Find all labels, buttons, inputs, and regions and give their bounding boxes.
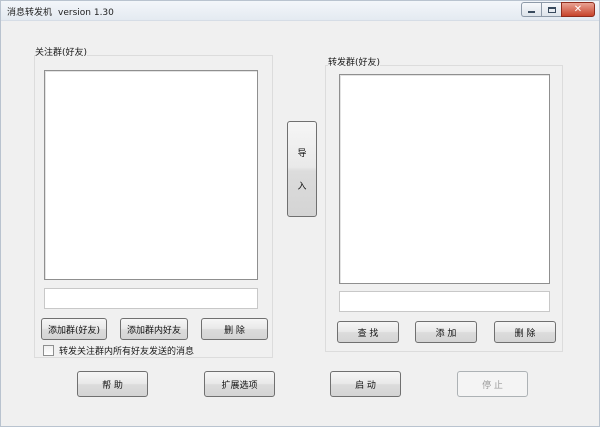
forward-all-checkbox-row[interactable]: 转发关注群内所有好友发送的消息 [43,344,194,357]
title-bar[interactable]: 消息转发机 version 1.30 ✕ [1,1,599,21]
app-version: version 1.30 [58,8,114,18]
add-member-button[interactable]: 添加群内好友 [120,318,188,340]
close-icon: ✕ [573,3,583,15]
extended-options-button[interactable]: 扩展选项 [204,371,275,397]
maximize-button[interactable] [541,2,561,17]
watched-groups-label: 关注群(好友) [35,45,88,58]
forward-groups-label: 转发群(好友) [328,55,381,68]
minimize-button[interactable] [521,2,541,17]
start-button[interactable]: 启 动 [330,371,401,397]
watched-groups-list[interactable] [44,70,258,280]
forward-groups-input[interactable] [339,291,550,312]
app-name: 消息转发机 [7,8,53,18]
forward-groups-list[interactable] [339,74,550,284]
delete-forward-button[interactable]: 删 除 [494,321,556,343]
add-forward-button[interactable]: 添 加 [415,321,477,343]
main-window: 消息转发机 version 1.30 ✕ 关注群(好友) 添加群(好友) 添加群内… [0,0,600,427]
forward-all-checkbox-label: 转发关注群内所有好友发送的消息 [59,347,195,357]
window-controls: ✕ [521,2,595,18]
find-button[interactable]: 查 找 [337,321,399,343]
add-group-button[interactable]: 添加群(好友) [41,318,107,340]
delete-watched-button[interactable]: 删 除 [201,318,268,340]
import-label-1: 导 [297,149,307,159]
import-button[interactable]: 导 入 [287,121,317,217]
stop-button[interactable]: 停 止 [457,371,528,397]
help-button[interactable]: 帮 助 [77,371,148,397]
import-label-2: 入 [297,182,307,192]
watched-groups-input[interactable] [44,288,258,309]
close-button[interactable]: ✕ [561,2,595,17]
window-title: 消息转发机 version 1.30 [7,5,114,18]
minimize-icon [528,11,535,13]
maximize-icon [547,6,556,13]
forward-all-checkbox[interactable] [43,345,54,356]
